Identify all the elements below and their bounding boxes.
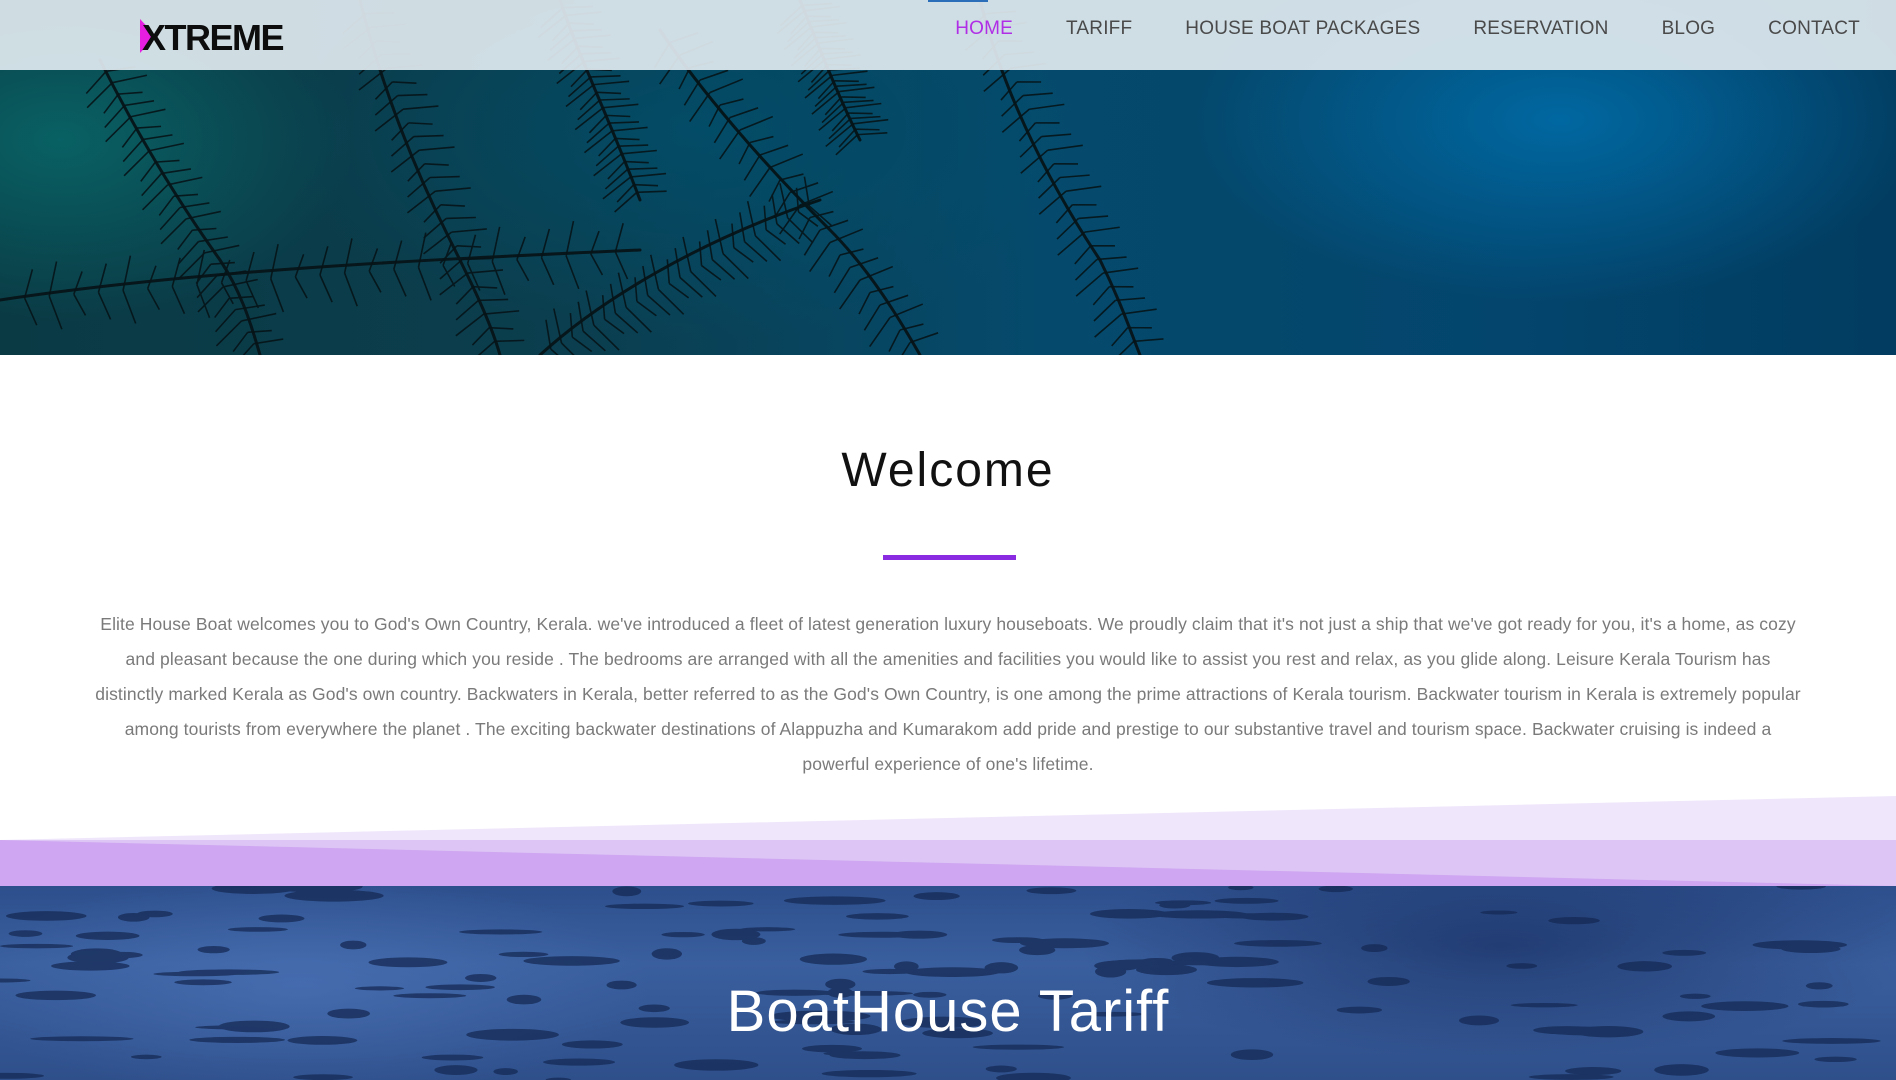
nav-reservation[interactable]: RESERVATION	[1473, 18, 1608, 40]
welcome-paragraph: Elite House Boat welcomes you to God's O…	[95, 614, 1801, 774]
section-divider-wave	[0, 796, 1896, 886]
xtreme-logo[interactable]: XTREME	[140, 19, 332, 53]
welcome-section: Welcome Elite House Boat welcomes you to…	[0, 355, 1896, 840]
logo-text: XTREME	[142, 19, 284, 53]
nav-house-boat-packages[interactable]: HOUSE BOAT PACKAGES	[1185, 18, 1420, 40]
nav-blog[interactable]: BLOG	[1662, 18, 1716, 40]
site-header: XTREME HOME TARIFF HOUSE BOAT PACKAGES R…	[0, 0, 1896, 70]
welcome-underline	[883, 555, 1016, 560]
welcome-title: Welcome	[841, 444, 1055, 497]
nav-contact[interactable]: CONTACT	[1768, 18, 1860, 40]
main-nav: HOME TARIFF HOUSE BOAT PACKAGES RESERVAT…	[955, 0, 1860, 58]
nav-home[interactable]: HOME	[955, 18, 1013, 40]
tariff-title: BoatHouse Tariff	[726, 979, 1170, 1044]
nav-tariff[interactable]: TARIFF	[1066, 18, 1132, 40]
tariff-section: BoatHouse Tariff	[0, 886, 1896, 1080]
